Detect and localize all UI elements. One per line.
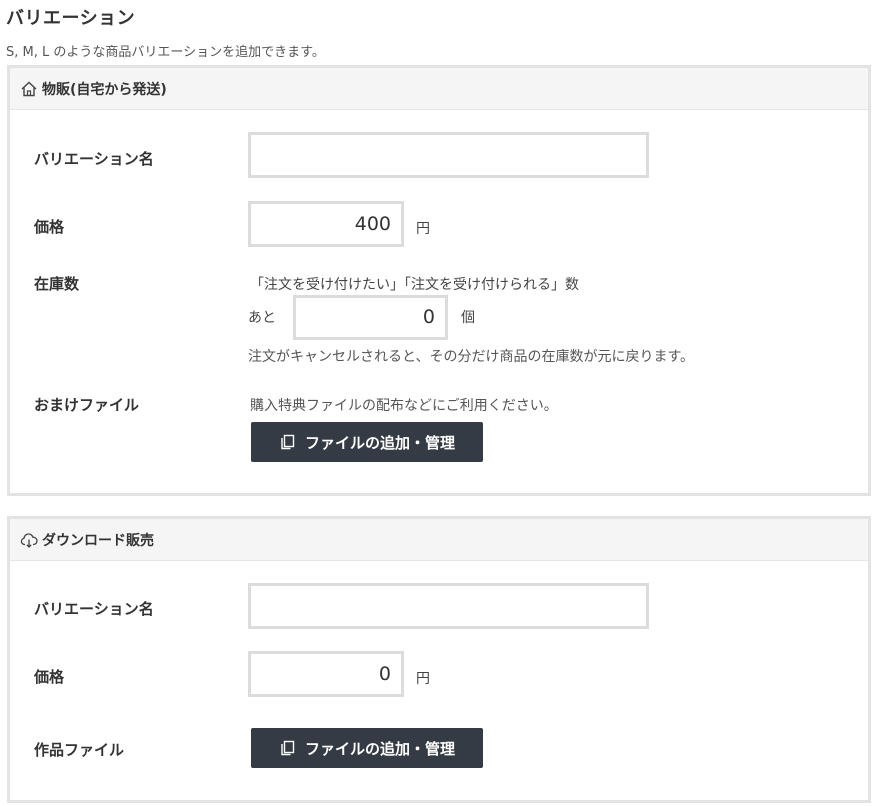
home-icon bbox=[20, 80, 38, 98]
download-price-input[interactable]: 0 bbox=[248, 651, 404, 697]
download-variation-name-label: バリエーション名 bbox=[34, 600, 154, 618]
stock-prefix: あと bbox=[248, 310, 276, 326]
physical-sales-title: 物販(自宅から発送) bbox=[42, 81, 167, 98]
work-file-label: 作品ファイル bbox=[34, 741, 125, 759]
stock-label: 在庫数 bbox=[34, 275, 80, 293]
add-manage-bonus-files-button[interactable]: ファイルの追加・管理 bbox=[251, 422, 483, 462]
add-manage-work-files-button[interactable]: ファイルの追加・管理 bbox=[251, 728, 483, 768]
stock-unit: 個 bbox=[461, 310, 475, 326]
bonus-file-label: おまけファイル bbox=[34, 396, 140, 414]
download-price-label: 価格 bbox=[34, 668, 65, 686]
physical-sales-header: 物販(自宅から発送) bbox=[10, 68, 868, 110]
download-variation-name-input[interactable] bbox=[248, 583, 649, 629]
variation-settings-page: バリエーション S, M, L のような商品バリエーションを追加できます。 物販… bbox=[0, 0, 879, 807]
price-unit: 円 bbox=[416, 221, 430, 237]
page-title: バリエーション bbox=[6, 8, 136, 29]
download-price-unit: 円 bbox=[416, 671, 430, 687]
cloud-download-icon bbox=[20, 531, 38, 549]
stock-cancel-note: 注文がキャンセルされると、その分だけ商品の在庫数が元に戻ります。 bbox=[248, 349, 695, 365]
variation-name-label: バリエーション名 bbox=[34, 150, 154, 168]
price-label: 価格 bbox=[34, 218, 65, 236]
copy-files-icon bbox=[279, 739, 297, 757]
stock-help-text: 「注文を受け付けたい」「注文を受け付けられる」数 bbox=[250, 277, 579, 293]
physical-sales-panel: 物販(自宅から発送) バリエーション名 価格 400 円 在庫数 「注文を受け付… bbox=[7, 65, 871, 496]
download-sales-title: ダウンロード販売 bbox=[42, 532, 154, 549]
copy-files-icon bbox=[279, 433, 297, 451]
bonus-file-help: 購入特典ファイルの配布などにご利用ください。 bbox=[250, 398, 558, 414]
download-sales-panel: ダウンロード販売 バリエーション名 価格 0 円 作品ファイル ファイルの追加・… bbox=[7, 516, 871, 803]
add-manage-work-files-label: ファイルの追加・管理 bbox=[304, 739, 455, 758]
add-manage-bonus-files-label: ファイルの追加・管理 bbox=[304, 433, 455, 452]
stock-input[interactable]: 0 bbox=[293, 295, 448, 340]
price-input[interactable]: 400 bbox=[248, 201, 404, 247]
download-sales-header: ダウンロード販売 bbox=[10, 519, 868, 561]
variation-name-input[interactable] bbox=[248, 132, 649, 178]
page-subtitle: S, M, L のような商品バリエーションを追加できます。 bbox=[6, 45, 325, 60]
